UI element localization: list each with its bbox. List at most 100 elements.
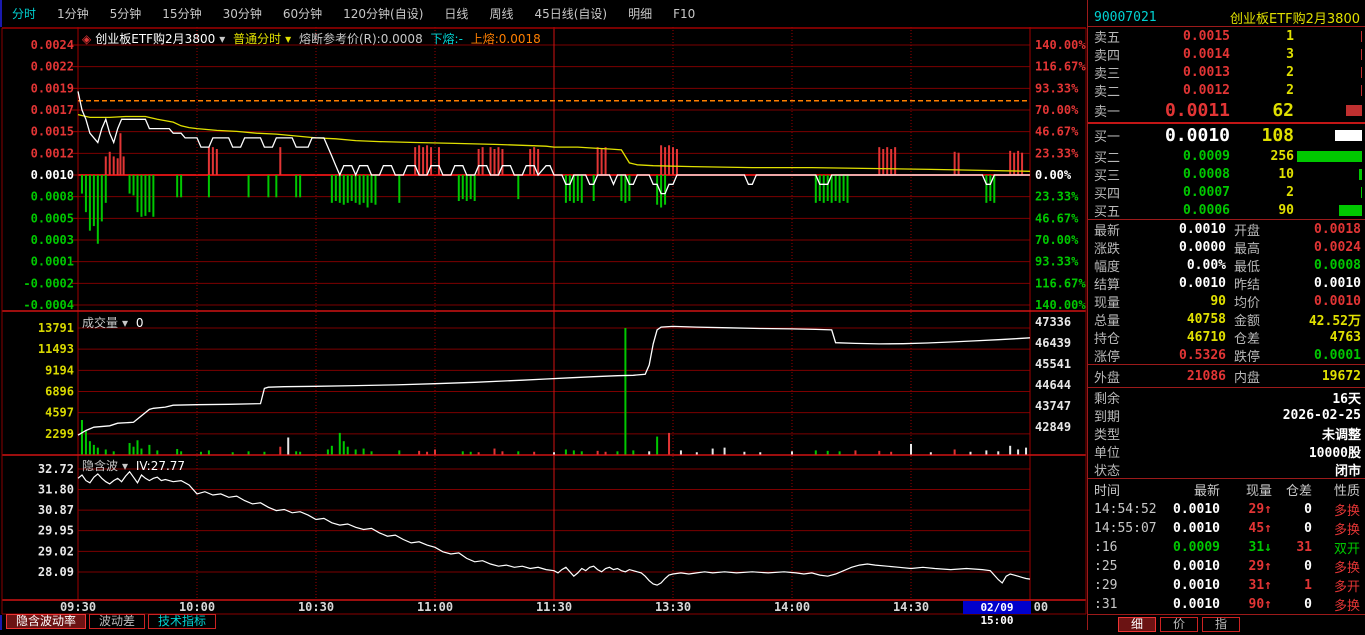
up-arrow-icon: ↑ bbox=[1264, 578, 1272, 593]
menu-item-0[interactable]: 分时 bbox=[12, 5, 36, 22]
time-axis-label: 13:30 bbox=[655, 600, 691, 614]
buy-volume: 256 bbox=[1230, 149, 1294, 164]
depth-bar bbox=[1361, 31, 1362, 42]
sell-volume: 3 bbox=[1230, 47, 1294, 62]
menu-item-6[interactable]: 120分钟(自设) bbox=[343, 5, 423, 22]
time-axis-label: 11:30 bbox=[536, 600, 572, 614]
quote-label: 昨结 bbox=[1226, 274, 1276, 293]
order-book-row[interactable]: 卖三0.00132 bbox=[1088, 63, 1365, 81]
order-book-row[interactable]: 买三0.000810 bbox=[1088, 165, 1365, 183]
oi-axis-label: 44644 bbox=[1035, 378, 1071, 392]
order-book-row[interactable]: 买五0.000690 bbox=[1088, 201, 1365, 219]
menu-item-10[interactable]: 明细 bbox=[628, 5, 652, 22]
menu-item-9[interactable]: 45日线(自设) bbox=[534, 5, 607, 22]
buy-volume: 90 bbox=[1230, 203, 1294, 218]
quote-value: 0.0008 bbox=[1276, 258, 1361, 273]
iv-axis-label: 30.87 bbox=[38, 503, 74, 517]
outer-inner-row: 外盘 21086 内盘 19672 bbox=[1088, 365, 1365, 388]
sell-volume: 62 bbox=[1230, 100, 1294, 121]
tick-row: 14:55:070.001045↑0多换 bbox=[1088, 519, 1365, 538]
volume-axis-label: 4597 bbox=[45, 406, 74, 420]
quote-label: 最新 bbox=[1094, 220, 1140, 239]
tick-nature: 多换 bbox=[1312, 557, 1360, 576]
menu-item-5[interactable]: 60分钟 bbox=[283, 5, 322, 22]
percent-axis-label: 116.67% bbox=[1035, 276, 1086, 290]
sell-price: 0.0014 bbox=[1138, 47, 1230, 62]
tick-header: 现量 bbox=[1220, 480, 1272, 499]
tick-vol-num: 31 bbox=[1249, 578, 1265, 593]
quote-label: 最低 bbox=[1226, 256, 1276, 275]
tick-time: :31 bbox=[1094, 597, 1156, 612]
order-book-row[interactable]: 买一0.0010108 bbox=[1088, 124, 1365, 147]
tick-oi-diff: 0 bbox=[1272, 597, 1312, 612]
contract-row: 到期2026-02-25 bbox=[1088, 406, 1365, 424]
tick-oi-diff: 31 bbox=[1272, 540, 1312, 555]
order-book-row[interactable]: 卖五0.00151 bbox=[1088, 27, 1365, 45]
depth-bar-zone bbox=[1294, 84, 1362, 97]
chart-area[interactable]: 0.0024140.00%0.0022116.67%0.001993.33%0.… bbox=[0, 27, 1087, 615]
menu-item-1[interactable]: 1分钟 bbox=[57, 5, 89, 22]
sell-label: 卖一 bbox=[1094, 101, 1138, 120]
time-axis-label: 14:30 bbox=[893, 600, 929, 614]
contract-info: 剩余16天到期2026-02-25类型未调整单位10000股状态闭市 bbox=[1088, 388, 1365, 479]
sell-price: 0.0012 bbox=[1138, 83, 1230, 98]
order-book-row[interactable]: 卖一0.001162 bbox=[1088, 99, 1365, 122]
tick-volume: 45↑ bbox=[1220, 521, 1272, 536]
tick-volume: 31↓ bbox=[1220, 540, 1272, 555]
quote-panel: 90007021 创业板ETF购2月3800 卖五0.00151卖四0.0014… bbox=[1087, 0, 1365, 630]
percent-axis-label: 140.00% bbox=[1035, 38, 1086, 52]
order-book: 卖五0.00151卖四0.00143卖三0.00132卖二0.00122卖一0.… bbox=[1088, 27, 1365, 220]
quote-label: 跌停 bbox=[1226, 346, 1276, 365]
buy-label: 买二 bbox=[1094, 147, 1138, 166]
tab-indicator-1[interactable]: 波动差 bbox=[89, 614, 145, 629]
contract-row: 类型未调整 bbox=[1088, 424, 1365, 442]
time-axis-label: 14:00 bbox=[774, 600, 810, 614]
date-box[interactable]: 02/09 15:00 bbox=[963, 601, 1031, 614]
percent-axis-label: 70.00% bbox=[1035, 103, 1079, 117]
inner-label: 内盘 bbox=[1226, 367, 1276, 386]
menu-item-11[interactable]: F10 bbox=[673, 7, 695, 21]
tick-oi-diff: 0 bbox=[1272, 502, 1312, 517]
tick-row: :250.001029↑0多换 bbox=[1088, 557, 1365, 576]
iv-axis-label: 32.72 bbox=[38, 462, 74, 476]
tick-price: 0.0010 bbox=[1156, 559, 1220, 574]
buy-volume: 108 bbox=[1230, 125, 1294, 146]
price-axis-label: 0.0005 bbox=[31, 211, 74, 225]
menu-item-8[interactable]: 周线 bbox=[489, 5, 513, 22]
tick-row: :310.001090↑0多换 bbox=[1088, 595, 1365, 614]
order-book-row[interactable]: 卖二0.00122 bbox=[1088, 81, 1365, 99]
tick-price: 0.0010 bbox=[1156, 597, 1220, 612]
menu-item-7[interactable]: 日线 bbox=[444, 5, 468, 22]
quote-value: 0.0001 bbox=[1276, 348, 1361, 363]
menu-item-4[interactable]: 30分钟 bbox=[223, 5, 262, 22]
depth-bar-zone bbox=[1294, 30, 1362, 43]
depth-bar-zone bbox=[1294, 168, 1362, 181]
tick-price: 0.0010 bbox=[1156, 502, 1220, 517]
symbol-header: 90007021 创业板ETF购2月3800 bbox=[1088, 8, 1365, 27]
tab-indicator-2[interactable]: 技术指标 bbox=[148, 614, 216, 629]
tick-nature: 多换 bbox=[1312, 595, 1360, 614]
depth-bar bbox=[1346, 105, 1362, 116]
buy-price: 0.0009 bbox=[1138, 149, 1230, 164]
quote-value: 0.0024 bbox=[1276, 240, 1361, 255]
chart-canvas[interactable]: 0.0024140.00%0.0022116.67%0.001993.33%0.… bbox=[0, 27, 1087, 615]
tick-volume: 31↑ bbox=[1220, 578, 1272, 593]
order-book-row[interactable]: 买四0.00072 bbox=[1088, 183, 1365, 201]
quote-row: 现量90均价0.0010 bbox=[1088, 292, 1365, 310]
menu-item-3[interactable]: 15分钟 bbox=[162, 5, 201, 22]
depth-bar-zone bbox=[1294, 150, 1362, 163]
buy-label: 买四 bbox=[1094, 183, 1138, 202]
percent-axis-label: 93.33% bbox=[1035, 255, 1079, 269]
price-axis-label: 0.0024 bbox=[31, 38, 74, 52]
quote-label: 金额 bbox=[1226, 310, 1276, 329]
sell-price: 0.0011 bbox=[1138, 100, 1230, 121]
menu-item-2[interactable]: 5分钟 bbox=[110, 5, 142, 22]
price-axis-label: 0.0008 bbox=[31, 190, 74, 204]
quote-row: 结算0.0010昨结0.0010 bbox=[1088, 274, 1365, 292]
quote-label: 现量 bbox=[1094, 292, 1140, 311]
order-book-row[interactable]: 卖四0.00143 bbox=[1088, 45, 1365, 63]
tab-indicator-0[interactable]: 隐含波动率 bbox=[6, 614, 86, 629]
tick-time: :16 bbox=[1094, 540, 1156, 555]
up-arrow-icon: ↑ bbox=[1264, 521, 1272, 536]
order-book-row[interactable]: 买二0.0009256 bbox=[1088, 147, 1365, 165]
